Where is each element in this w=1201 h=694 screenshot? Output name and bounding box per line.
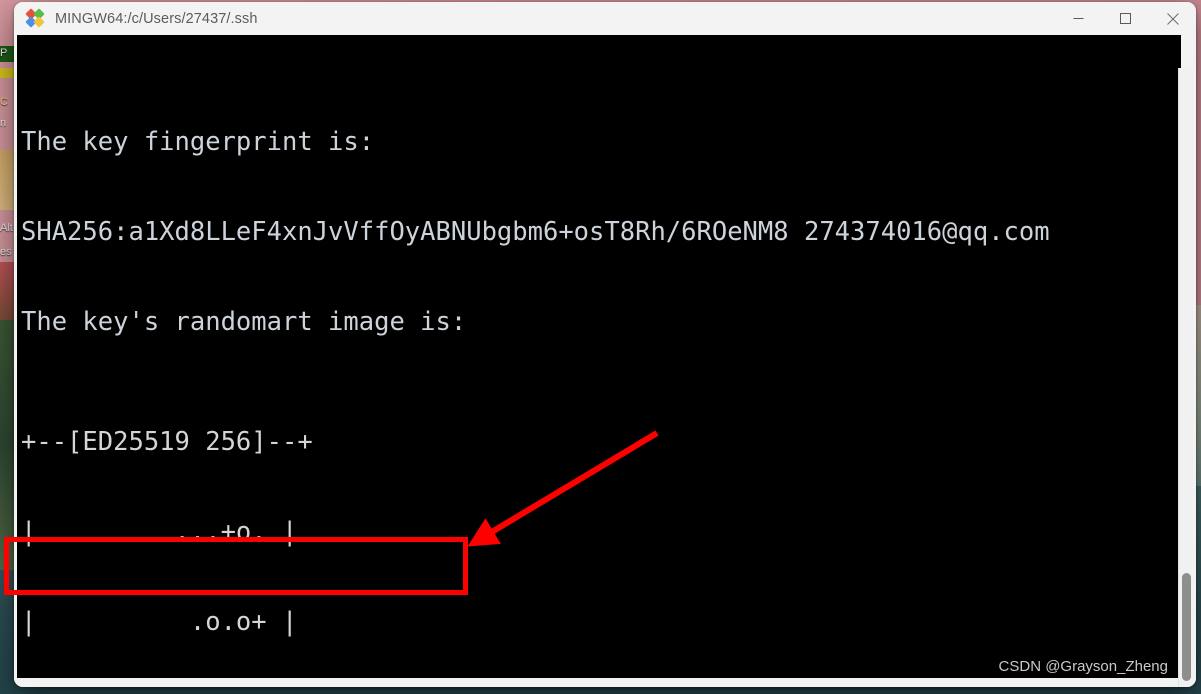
terminal-window[interactable]: MINGW64:/c/Users/27437/.ssh The key fing… [14, 2, 1196, 687]
window-title: MINGW64:/c/Users/27437/.ssh [55, 10, 258, 27]
git-bash-icon [25, 8, 45, 28]
desktop-icon-label-4: es [0, 246, 12, 258]
maximize-button[interactable] [1102, 2, 1149, 35]
scrollbar-thumb[interactable] [1182, 573, 1191, 681]
terminal-scrollbar[interactable] [1178, 68, 1193, 687]
desktop-icon-label-0: P [0, 47, 8, 59]
csdn-watermark: CSDN @Grayson_Zheng [998, 658, 1168, 675]
close-button[interactable] [1149, 2, 1196, 35]
output-line-fingerprint-label: The key fingerprint is: [21, 127, 375, 157]
terminal-screen[interactable]: The key fingerprint is: SHA256:a1Xd8LLeF… [17, 35, 1181, 678]
randomart-header: +--[ED25519 256]--+ [21, 427, 313, 457]
minimize-button[interactable] [1055, 2, 1102, 35]
terminal-body: The key fingerprint is: SHA256:a1Xd8LLeF… [14, 35, 1196, 687]
randomart-row: | ...+o. | [21, 517, 298, 547]
desktop-icon-fragment[interactable] [0, 68, 14, 78]
desktop-icon-label-1: C [0, 96, 8, 108]
randomart-row: | .o.o+ | [21, 607, 298, 637]
desktop-icon-fragment[interactable] [0, 262, 14, 320]
terminal-text: The key fingerprint is: SHA256:a1Xd8LLeF… [17, 35, 1050, 678]
window-controls [1055, 2, 1196, 35]
output-line-randomart-label: The key's randomart image is: [21, 307, 467, 337]
desktop-icon-label-2: n [0, 117, 7, 129]
desktop-icon-label-3: Alt [0, 222, 13, 234]
output-line-fingerprint: SHA256:a1Xd8LLeF4xnJvVffOyABNUbgbm6+osT8… [21, 217, 1050, 247]
desktop-icon-fragment[interactable] [0, 320, 14, 570]
desktop-icon-fragment[interactable] [0, 150, 14, 210]
title-bar[interactable]: MINGW64:/c/Users/27437/.ssh [14, 2, 1196, 35]
